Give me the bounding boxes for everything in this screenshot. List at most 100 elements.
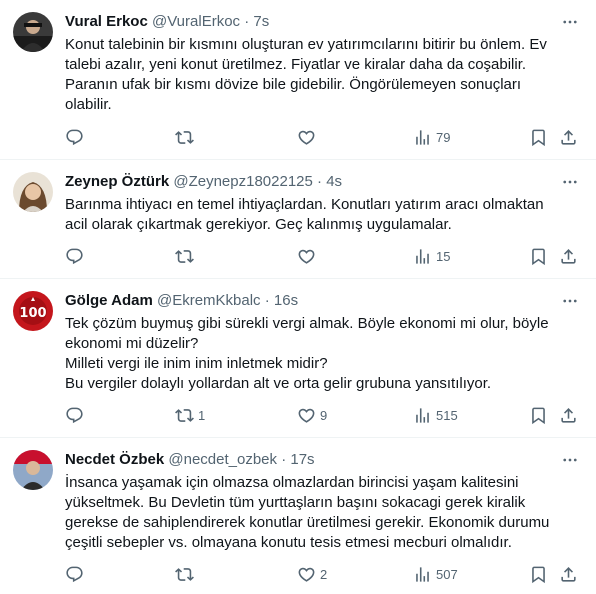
tweet-line: ekonomi mi düzelir? [65,335,199,352]
retweet-icon [175,408,194,422]
author-name[interactable]: Necdet Özbek [65,451,164,468]
tweet-text: İnsanca yaşamak için olmazsa olmazlardan… [65,473,570,553]
views-button[interactable]: 507 [413,564,458,584]
share-icon [561,566,576,582]
like-icon [298,567,315,582]
author-handle[interactable]: @necdet_ozbek [168,451,277,468]
tweet-header: Zeynep Öztürk @Zeynepz18022125 · 4s [65,172,342,192]
share-icon [561,129,576,145]
views-icon [416,566,429,582]
like-button[interactable]: 2 [297,564,327,584]
svg-text:100: 100 [19,306,46,321]
tweet-line: olabilir. [65,96,112,113]
retweet-button[interactable] [175,127,198,147]
timestamp[interactable]: 7s [253,13,269,30]
action-bar: 1 9 515 [65,405,586,425]
separator-dot: · [281,451,287,468]
more-icon[interactable] [560,291,580,311]
retweet-button[interactable]: 1 [175,405,205,425]
reply-button[interactable] [65,246,84,266]
like-button[interactable]: 9 [297,405,327,425]
bookmark-icon [532,566,545,583]
tweet-line: Milleti vergi ile inim inim inletmek mid… [65,355,328,372]
tweet-header: Vural Erkoc @VuralErkoc · 7s [65,12,269,32]
author-name[interactable]: Vural Erkoc [65,13,148,30]
tweet[interactable]: 100 Gölge Adam @EkremKkbalc · 16s Tek çö… [0,279,596,438]
reply-button[interactable] [65,405,84,425]
tweet[interactable]: Vural Erkoc @VuralErkoc · 7s Konut taleb… [0,0,596,160]
tweet-line: Barınma ihtiyacı en temel ihtiyaçlardan.… [65,196,544,213]
reply-icon [66,566,83,582]
share-icon [561,407,576,423]
retweet-icon [175,567,194,581]
views-count: 515 [436,407,458,423]
views-button[interactable]: 79 [413,127,450,147]
views-icon [416,248,429,264]
reply-icon [66,248,83,264]
share-button[interactable] [559,246,578,266]
views-count: 507 [436,566,458,582]
retweet-icon [175,130,194,144]
reply-button[interactable] [65,127,84,147]
like-icon [298,249,315,264]
author-handle[interactable]: @VuralErkoc [152,13,240,30]
views-icon [416,407,429,423]
avatar[interactable] [13,450,53,490]
reply-button[interactable] [65,564,84,584]
retweet-button[interactable] [175,246,198,266]
tweet[interactable]: Zeynep Öztürk @Zeynepz18022125 · 4s Barı… [0,160,596,279]
like-count: 2 [320,566,328,582]
like-count: 9 [320,407,328,423]
tweet-line: çeşitli sebepler vs. olmayana konutu tes… [65,534,512,551]
avatar[interactable] [13,172,53,212]
more-icon[interactable] [560,172,580,192]
bookmark-button[interactable] [529,246,548,266]
tweet-line: İnsanca yaşamak için olmazsa olmazlardan… [65,474,519,491]
views-button[interactable]: 15 [413,246,450,266]
like-icon [298,408,315,423]
like-button[interactable] [297,127,320,147]
tweet[interactable]: Necdet Özbek @necdet_ozbek · 17s İnsanca… [0,438,596,594]
avatar[interactable]: 100 [13,291,53,331]
tweet-line: Tek çözüm buymuş gibi sürekli vergi alma… [65,315,549,332]
author-name[interactable]: Gölge Adam [65,292,153,309]
tweet-line: gerekse de sahiplendirerek konutlar üret… [65,514,550,531]
reply-icon [66,129,83,145]
timestamp[interactable]: 17s [290,451,314,468]
bookmark-button[interactable] [529,405,548,425]
more-icon[interactable] [560,12,580,32]
bookmark-icon [532,407,545,424]
tweet-line: Konut talebinin bir kısmını oluşturan ev… [65,36,547,53]
timestamp[interactable]: 4s [326,173,342,190]
author-handle[interactable]: @EkremKkbalc [157,292,261,309]
retweet-count: 1 [198,407,206,423]
avatar[interactable] [13,12,53,52]
like-icon [298,130,315,145]
reply-icon [66,407,83,423]
tweet-header: Necdet Özbek @necdet_ozbek · 17s [65,450,315,470]
timestamp[interactable]: 16s [274,292,298,309]
separator-dot: · [244,13,250,30]
tweet-line: talebi azalır, yeni konut üretilmez. Fiy… [65,56,527,73]
share-button[interactable] [559,405,578,425]
views-icon [416,129,429,145]
tweet-text: Konut talebinin bir kısmını oluşturan ev… [65,35,570,115]
more-icon[interactable] [560,450,580,470]
views-button[interactable]: 515 [413,405,458,425]
separator-dot: · [264,292,270,309]
bookmark-button[interactable] [529,127,548,147]
author-name[interactable]: Zeynep Öztürk [65,173,169,190]
author-handle[interactable]: @Zeynepz18022125 [173,173,313,190]
views-count: 15 [436,248,451,264]
bookmark-icon [532,129,545,146]
tweet-header: Gölge Adam @EkremKkbalc · 16s [65,291,298,311]
bookmark-button[interactable] [529,564,548,584]
like-button[interactable] [297,246,320,266]
tweet-line: acil olarak çıkartmak gerekiyor. Geç kal… [65,216,452,233]
share-button[interactable] [559,564,578,584]
share-icon [561,248,576,264]
retweet-button[interactable] [175,564,198,584]
views-count: 79 [436,129,451,145]
separator-dot: · [317,173,323,190]
share-button[interactable] [559,127,578,147]
